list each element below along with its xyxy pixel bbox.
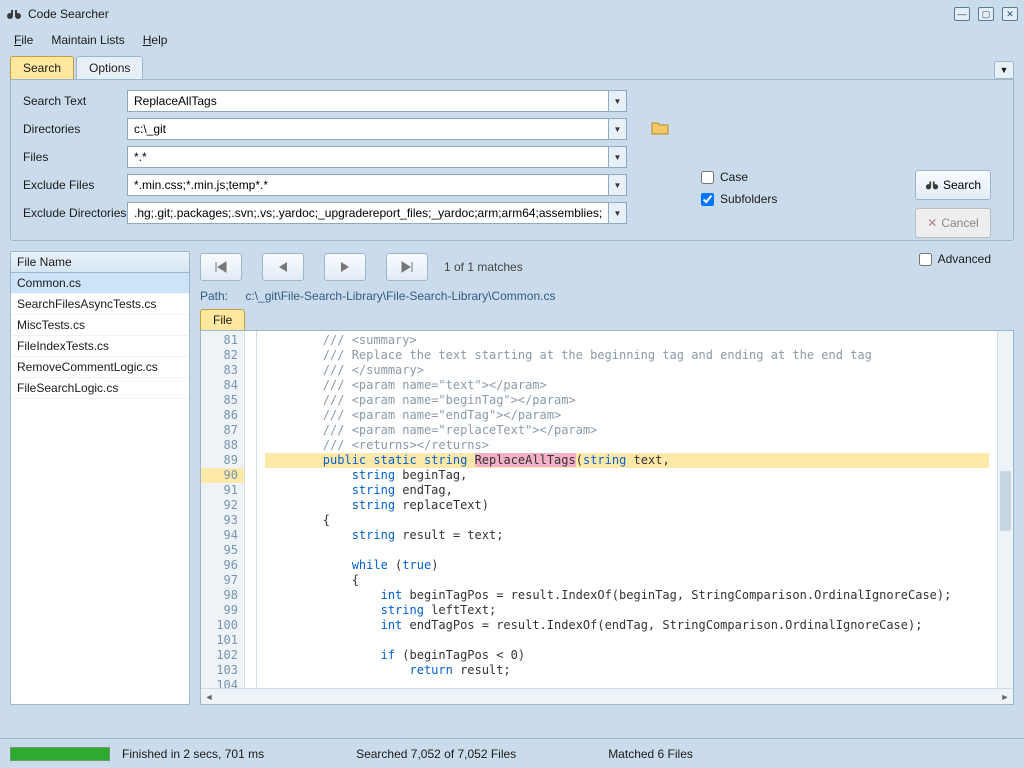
exclude-files-combo[interactable]: ▼ <box>127 174 627 196</box>
window-title: Code Searcher <box>28 7 109 21</box>
case-checkbox-row[interactable]: Case <box>701 170 911 184</box>
file-list-item[interactable]: SearchFilesAsyncTests.cs <box>11 294 189 315</box>
code-viewer: 8182838485868788899091929394959697989910… <box>200 330 1014 705</box>
menu-file[interactable]: File <box>14 33 33 47</box>
tab-options[interactable]: Options <box>76 56 143 79</box>
dropdown-icon[interactable]: ▼ <box>608 203 626 223</box>
advanced-label: Advanced <box>938 252 991 266</box>
label-files: Files <box>23 150 127 164</box>
close-button[interactable]: ✕ <box>1002 7 1018 21</box>
line-gutter: 8182838485868788899091929394959697989910… <box>201 331 245 704</box>
file-list-item[interactable]: FileIndexTests.cs <box>11 336 189 357</box>
vertical-scrollbar[interactable] <box>997 331 1013 704</box>
progress-bar <box>10 747 110 761</box>
dropdown-icon[interactable]: ▼ <box>608 119 626 139</box>
files-input[interactable] <box>128 147 608 167</box>
next-match-button[interactable] <box>324 253 366 281</box>
minimize-button[interactable]: — <box>954 7 970 21</box>
path-label: Path: <box>200 289 228 303</box>
label-search-text: Search Text <box>23 94 127 108</box>
status-finished: Finished in 2 secs, 701 ms <box>122 747 264 761</box>
directories-combo[interactable]: ▼ <box>127 118 627 140</box>
titlebar: Code Searcher — ▢ ✕ <box>0 0 1024 28</box>
case-label: Case <box>720 170 748 184</box>
tab-search[interactable]: Search <box>10 56 74 79</box>
menubar: File Maintain Lists Help <box>0 28 1024 52</box>
dropdown-icon[interactable]: ▼ <box>608 175 626 195</box>
path-value: c:\_git\File-Search-Library\File-Search-… <box>245 289 555 303</box>
subfolders-checkbox[interactable] <box>701 193 714 206</box>
first-match-button[interactable] <box>200 253 242 281</box>
label-exclude-files: Exclude Files <box>23 178 127 192</box>
browse-folder-icon[interactable] <box>651 120 669 139</box>
label-exclude-dirs: Exclude Directories <box>23 206 127 220</box>
cancel-button: ✕ Cancel <box>915 208 991 238</box>
menu-help[interactable]: Help <box>143 33 168 47</box>
app-icon <box>6 6 22 22</box>
status-searched: Searched 7,052 of 7,052 Files <box>356 747 516 761</box>
file-list-item[interactable]: FileSearchLogic.cs <box>11 378 189 399</box>
search-button[interactable]: Search <box>915 170 991 200</box>
exclude-dirs-input[interactable] <box>128 203 608 223</box>
exclude-dirs-combo[interactable]: ▼ <box>127 202 627 224</box>
label-directories: Directories <box>23 122 127 136</box>
file-list: File Name Common.csSearchFilesAsyncTests… <box>10 251 190 705</box>
code-content[interactable]: /// <summary> /// Replace the text start… <box>257 331 997 704</box>
subfolders-label: Subfolders <box>720 192 777 206</box>
directories-input[interactable] <box>128 119 608 139</box>
case-checkbox[interactable] <box>701 171 714 184</box>
prev-match-button[interactable] <box>262 253 304 281</box>
file-list-item[interactable]: Common.cs <box>11 273 189 294</box>
statusbar: Finished in 2 secs, 701 ms Searched 7,05… <box>0 738 1024 768</box>
path-row: Path: c:\_git\File-Search-Library\File-S… <box>200 287 1014 309</box>
search-panel: Search Text ▼ Directories ▼ Files ▼ Excl… <box>10 79 1014 241</box>
subfolders-checkbox-row[interactable]: Subfolders <box>701 192 911 206</box>
file-list-item[interactable]: RemoveCommentLogic.cs <box>11 357 189 378</box>
exclude-files-input[interactable] <box>128 175 608 195</box>
files-combo[interactable]: ▼ <box>127 146 627 168</box>
last-match-button[interactable] <box>386 253 428 281</box>
status-matched: Matched 6 Files <box>608 747 693 761</box>
file-list-item[interactable]: MiscTests.cs <box>11 315 189 336</box>
horizontal-scrollbar[interactable]: ◄► <box>201 688 1013 704</box>
search-text-input[interactable] <box>128 91 608 111</box>
file-list-header[interactable]: File Name <box>11 252 189 273</box>
tabstrip: Search Options ▼ <box>0 52 1024 79</box>
panel-menu-icon[interactable]: ▼ <box>994 61 1014 79</box>
maximize-button[interactable]: ▢ <box>978 7 994 21</box>
dropdown-icon[interactable]: ▼ <box>608 147 626 167</box>
match-count: 1 of 1 matches <box>444 260 523 274</box>
code-tab-file[interactable]: File <box>200 309 245 330</box>
dropdown-icon[interactable]: ▼ <box>608 91 626 111</box>
search-text-combo[interactable]: ▼ <box>127 90 627 112</box>
menu-maintain[interactable]: Maintain Lists <box>51 33 124 47</box>
advanced-checkbox[interactable] <box>919 253 932 266</box>
